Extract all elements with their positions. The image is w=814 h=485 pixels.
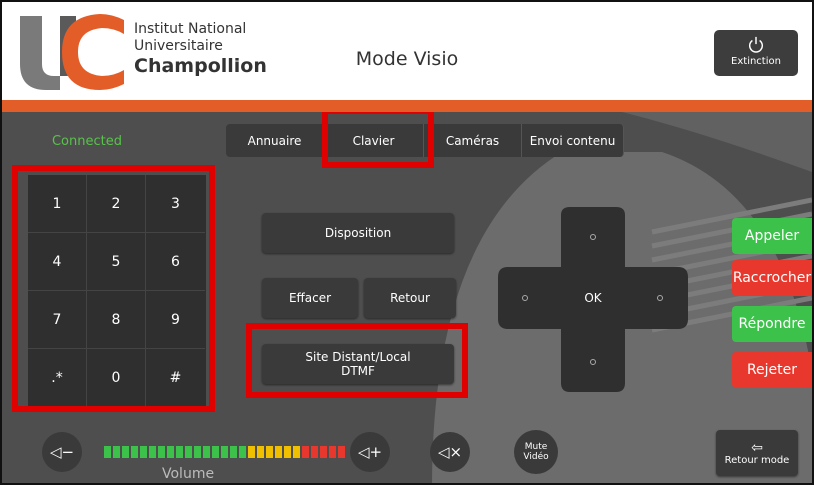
volume-meter-segment <box>194 446 201 458</box>
dialpad-key-5[interactable]: 5 <box>87 233 146 291</box>
rejeter-button[interactable]: Rejeter <box>732 352 812 388</box>
volume-meter-segment <box>248 446 255 458</box>
volume-meter-segment <box>221 446 228 458</box>
volume-meter-segment <box>122 446 129 458</box>
dialpad-key-3[interactable]: 3 <box>146 175 205 233</box>
tab-cameras[interactable]: Caméras <box>424 124 522 157</box>
dialpad-key-hash[interactable]: # <box>146 349 205 407</box>
volume-meter-segment <box>113 446 120 458</box>
dtmf-label: DTMF <box>341 364 375 378</box>
dialpad-key-0[interactable]: 0 <box>87 349 146 407</box>
volume-meter-segment <box>239 446 246 458</box>
volume-up-button[interactable]: ◁+ <box>350 432 390 472</box>
dialpad-key-9[interactable]: 9 <box>146 291 205 349</box>
volume-meter-segment <box>338 446 345 458</box>
dpad-right[interactable] <box>657 295 663 301</box>
accent-bar <box>2 100 812 112</box>
effacer-button[interactable]: Effacer <box>262 278 358 318</box>
volume-meter-segment <box>212 446 219 458</box>
volume-meter-segment <box>131 446 138 458</box>
dpad-ok-button[interactable]: OK <box>568 285 618 311</box>
volume-meter-segment <box>140 446 147 458</box>
volume-meter-segment <box>293 446 300 458</box>
volume-meter-segment <box>329 446 336 458</box>
dialpad: 1 2 3 4 5 6 7 8 9 .* 0 # <box>28 175 206 407</box>
volume-meter-segment <box>284 446 291 458</box>
volume-meter-segment <box>230 446 237 458</box>
dialpad-key-4[interactable]: 4 <box>28 233 87 291</box>
dpad-left[interactable] <box>522 295 528 301</box>
mute-video-button[interactable]: Mute Vidéo <box>514 430 558 474</box>
volume-meter-segment <box>266 446 273 458</box>
dialpad-key-1[interactable]: 1 <box>28 175 87 233</box>
volume-meter-segment <box>302 446 309 458</box>
dialpad-key-8[interactable]: 8 <box>87 291 146 349</box>
page-title: Mode Visio <box>355 48 459 70</box>
dpad-down[interactable] <box>590 359 596 365</box>
retour-mode-button[interactable]: ⇦ Retour mode <box>716 430 798 476</box>
volume-down-button[interactable]: ◁− <box>42 432 82 472</box>
site-distant-label: Site Distant/Local <box>305 350 411 364</box>
app-frame: Institut National Universitaire Champoll… <box>0 0 814 485</box>
volume-meter-segment <box>176 446 183 458</box>
volume-meter-segment <box>203 446 210 458</box>
main-panel: Connected Annuaire Clavier Caméras Envoi… <box>2 112 812 483</box>
power-icon <box>748 36 764 53</box>
site-distant-local-dtmf-button[interactable]: Site Distant/Local DTMF <box>262 344 454 384</box>
connection-status: Connected <box>51 134 122 149</box>
dialpad-key-star[interactable]: .* <box>28 349 87 407</box>
raccrocher-button[interactable]: Raccrocher <box>732 260 812 296</box>
volume-meter <box>104 446 345 458</box>
volume-meter-segment <box>149 446 156 458</box>
retour-mode-label: Retour mode <box>724 454 790 466</box>
camera-dpad: OK <box>498 207 688 392</box>
repondre-button[interactable]: Répondre <box>732 306 812 342</box>
volume-meter-segment <box>257 446 264 458</box>
dialpad-key-6[interactable]: 6 <box>146 233 205 291</box>
volume-meter-segment <box>185 446 192 458</box>
tab-clavier[interactable]: Clavier <box>324 124 424 157</box>
header: Institut National Universitaire Champoll… <box>2 2 812 100</box>
mute-audio-button[interactable]: ◁× <box>430 432 470 472</box>
mute-video-line1: Mute <box>524 442 548 452</box>
volume-meter-segment <box>158 446 165 458</box>
dialpad-key-7[interactable]: 7 <box>28 291 87 349</box>
back-arrow-icon: ⇦ <box>751 439 763 456</box>
volume-meter-segment <box>167 446 174 458</box>
power-off-button[interactable]: Extinction <box>714 30 798 76</box>
volume-meter-segment <box>104 446 111 458</box>
institution-line1: Institut National <box>134 21 247 37</box>
volume-label: Volume <box>162 466 215 482</box>
mute-video-line2: Vidéo <box>523 452 549 462</box>
tab-annuaire[interactable]: Annuaire <box>226 124 324 157</box>
dialpad-key-2[interactable]: 2 <box>87 175 146 233</box>
dpad-up[interactable] <box>590 234 596 240</box>
power-off-label: Extinction <box>731 56 781 67</box>
volume-meter-segment <box>311 446 318 458</box>
disposition-button[interactable]: Disposition <box>262 213 454 253</box>
appeler-button[interactable]: Appeler <box>732 218 812 254</box>
retour-button[interactable]: Retour <box>364 278 456 318</box>
volume-meter-segment <box>320 446 327 458</box>
volume-meter-segment <box>275 446 282 458</box>
tab-envoi-contenu[interactable]: Envoi contenu <box>522 124 624 157</box>
